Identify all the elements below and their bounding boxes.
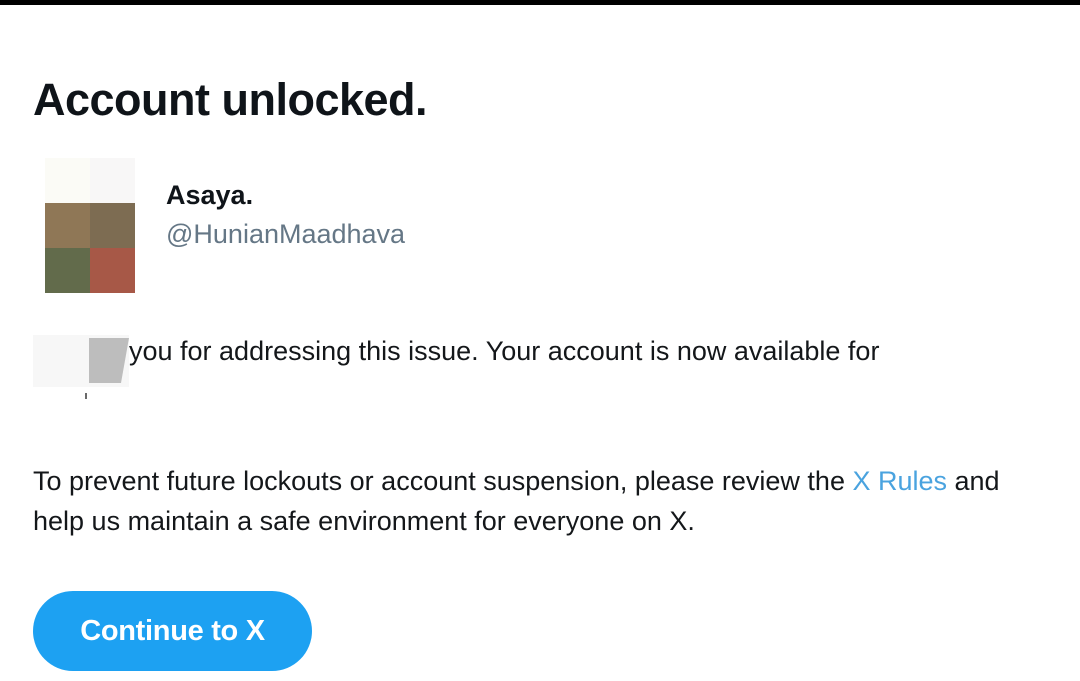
- avatar-pixel: [90, 248, 135, 293]
- unlock-message: you for addressing this issue. Your acco…: [129, 336, 880, 366]
- policy-text-before: To prevent future lockouts or account su…: [33, 466, 853, 496]
- display-name: Asaya.: [166, 180, 254, 210]
- user-handle: @HunianMaadhava: [166, 219, 406, 249]
- avatar-pixel: [45, 158, 90, 203]
- avatar: [45, 158, 135, 293]
- avatar-pixel: [90, 203, 135, 248]
- avatar-pixel: [45, 203, 90, 248]
- avatar-pixel: [45, 248, 90, 293]
- x-rules-link[interactable]: X Rules: [852, 466, 947, 496]
- policy-message: To prevent future lockouts or account su…: [33, 461, 1033, 541]
- page-title: Account unlocked.: [33, 74, 428, 125]
- continue-button[interactable]: Continue to X: [33, 591, 312, 671]
- top-bar: [0, 0, 1080, 5]
- avatar-pixel: [90, 158, 135, 203]
- redaction-artifact: [85, 393, 87, 399]
